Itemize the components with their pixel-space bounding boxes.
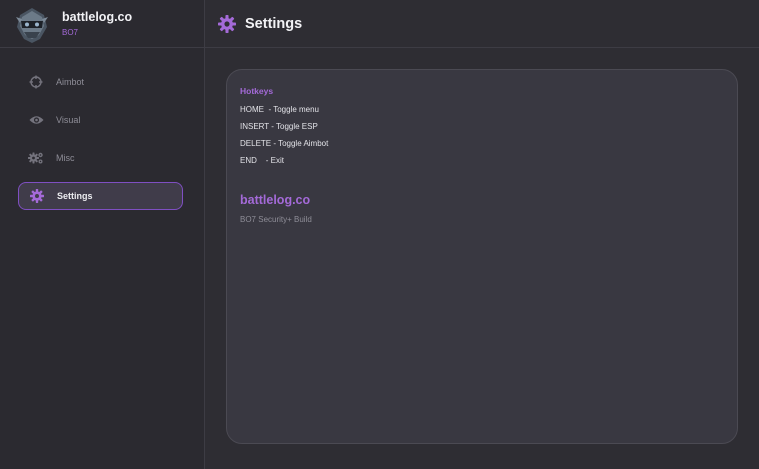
build-label: BO7 Security+ Build bbox=[240, 215, 312, 224]
brand-name: battlelog.co bbox=[62, 10, 133, 24]
sidebar-item-label: Aimbot bbox=[56, 77, 85, 87]
sidebar-item-misc[interactable]: Misc bbox=[18, 144, 183, 172]
sidebar-item-visual[interactable]: Visual bbox=[18, 106, 183, 134]
app-window: battlelog.co BO7 Aimbot Visual Misc Sett… bbox=[0, 0, 759, 469]
brand-header: battlelog.co BO7 bbox=[0, 0, 204, 48]
hotkeys-list: HOME - Toggle menu INSERT - Toggle ESP D… bbox=[240, 105, 328, 173]
page-header: Settings bbox=[205, 0, 759, 48]
eye-icon bbox=[28, 112, 44, 128]
sidebar-nav: Aimbot Visual Misc Settings bbox=[18, 68, 183, 220]
sidebar-item-label: Visual bbox=[56, 115, 81, 125]
brand-subtitle: BO7 bbox=[62, 28, 79, 37]
logo-icon bbox=[16, 8, 48, 43]
sidebar-item-label: Misc bbox=[56, 153, 75, 163]
hotkey-row: INSERT - Toggle ESP bbox=[240, 122, 318, 131]
gears-icon bbox=[28, 150, 44, 166]
page-title: Settings bbox=[245, 16, 303, 32]
settings-panel: Hotkeys HOME - Toggle menu INSERT - Togg… bbox=[226, 69, 738, 444]
hotkeys-title: Hotkeys bbox=[240, 86, 274, 96]
crosshair-icon bbox=[28, 74, 44, 90]
panel-brand-name: battlelog.co bbox=[240, 193, 311, 207]
sidebar: battlelog.co BO7 Aimbot Visual Misc Sett… bbox=[0, 0, 205, 469]
sidebar-item-label: Settings bbox=[57, 191, 93, 201]
gear-icon bbox=[29, 188, 45, 204]
hotkey-row: END - Exit bbox=[240, 156, 285, 165]
gear-icon bbox=[218, 15, 236, 33]
hotkey-row: DELETE - Toggle Aimbot bbox=[240, 139, 329, 148]
hotkey-row: HOME - Toggle menu bbox=[240, 105, 319, 114]
sidebar-item-settings[interactable]: Settings bbox=[18, 182, 183, 210]
sidebar-item-aimbot[interactable]: Aimbot bbox=[18, 68, 183, 96]
